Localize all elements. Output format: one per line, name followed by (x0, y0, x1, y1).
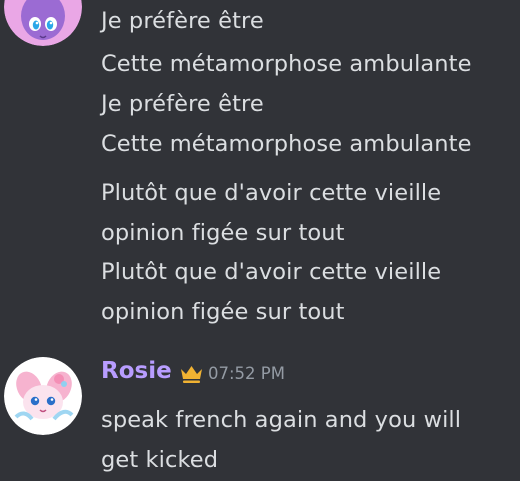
message-line: Plutôt que d'avoir cette vieille (101, 259, 442, 285)
message-line: speak french again and you will (101, 407, 462, 433)
message-line: Cette métamorphose ambulante (101, 51, 472, 77)
message-timestamp: 07:52 PM (208, 364, 285, 383)
message-line: Cette métamorphose ambulante (101, 131, 472, 157)
rosie-avatar[interactable] (4, 357, 82, 435)
avatar-image (4, 0, 82, 46)
message-line: opinion figée sur tout (101, 299, 345, 325)
username[interactable]: Rosie (101, 357, 172, 385)
crown-icon (179, 364, 204, 384)
message-line: Je préfère être (101, 91, 264, 117)
avatar-image (4, 357, 82, 435)
message-line: Plutôt que d'avoir cette vieille (101, 180, 442, 206)
message-group-1: Je préfère être Cette métamorphose ambul… (0, 0, 520, 340)
user-avatar[interactable] (4, 0, 82, 46)
message-line: get kicked (101, 447, 219, 473)
message-line: Je préfère être (101, 8, 264, 34)
message-line: opinion figée sur tout (101, 220, 345, 246)
